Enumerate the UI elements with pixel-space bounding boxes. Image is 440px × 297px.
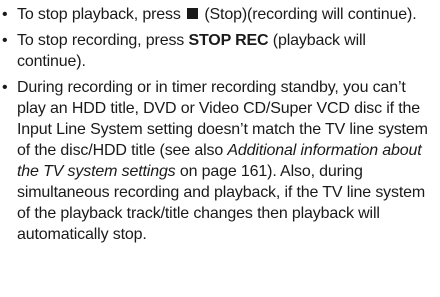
note-text: To stop recording, press	[17, 32, 189, 49]
button-name-stop-rec: STOP REC	[188, 32, 269, 49]
stop-square-icon	[187, 8, 199, 19]
note-stop-recording: • To stop recording, press STOP REC (pla…	[0, 30, 440, 72]
note-text: (Stop)(recording will continue).	[204, 6, 417, 23]
notes-list: • To stop playback, press (Stop)(recordi…	[0, 4, 440, 245]
manual-page: • To stop playback, press (Stop)(recordi…	[0, 0, 440, 297]
bullet-icon: •	[2, 79, 8, 96]
note-line-system: • During recording or in timer recording…	[0, 77, 440, 245]
bullet-icon: •	[2, 32, 8, 49]
note-stop-playback: • To stop playback, press (Stop)(recordi…	[0, 4, 440, 25]
bullet-icon: •	[2, 6, 8, 23]
note-text: To stop playback, press	[17, 6, 181, 23]
